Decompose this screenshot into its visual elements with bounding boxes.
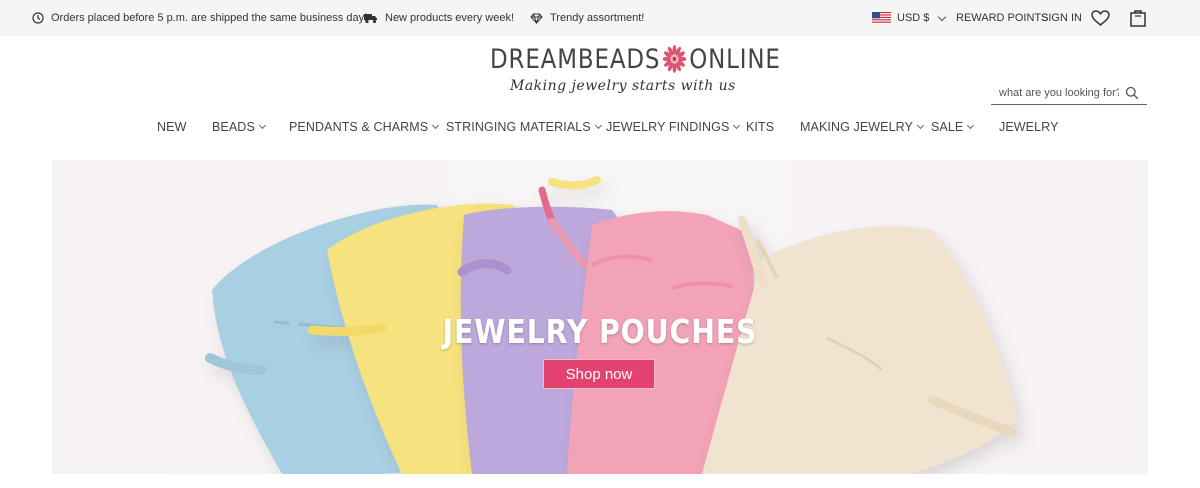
nav-item-label: BEADS bbox=[212, 120, 255, 134]
logo-text-left: DREAMBEADS bbox=[490, 43, 661, 75]
nav-item-label: SALE bbox=[931, 120, 964, 134]
nav-item-stringing-materials[interactable]: STRINGING MATERIALS bbox=[446, 116, 602, 138]
sign-in-label: SIGN IN bbox=[1041, 12, 1082, 24]
nav-item-jewelry-findings[interactable]: JEWELRY FINDINGS bbox=[606, 116, 741, 138]
nav-item-making-jewelry[interactable]: MAKING JEWELRY bbox=[800, 116, 925, 138]
currency-label: USD $ bbox=[897, 12, 930, 24]
flower-logo-icon bbox=[662, 45, 687, 73]
chevron-down-icon bbox=[432, 121, 440, 130]
perk-assortment: Trendy assortment! bbox=[530, 0, 644, 36]
diamond-icon bbox=[530, 13, 543, 24]
search-input[interactable] bbox=[991, 87, 1119, 99]
nav-item-sale[interactable]: SALE bbox=[931, 116, 975, 138]
chevron-down-icon bbox=[594, 121, 602, 130]
hero-banner[interactable]: JEWELRY POUCHES Shop now bbox=[52, 160, 1148, 474]
clock-icon bbox=[32, 12, 44, 24]
main-navigation: NEW BEADS PENDANTS & CHARMS STRINGING MA… bbox=[0, 116, 1200, 138]
perk-shipping: Orders placed before 5 p.m. are shipped … bbox=[32, 0, 367, 36]
reward-points-link[interactable]: REWARD POINTS bbox=[956, 0, 1049, 36]
perk-text: New products every week! bbox=[385, 12, 514, 24]
nav-item-new[interactable]: NEW bbox=[157, 116, 186, 138]
nav-item-pendants-charms[interactable]: PENDANTS & CHARMS bbox=[289, 116, 440, 138]
shop-now-button[interactable]: Shop now bbox=[543, 359, 655, 389]
nav-item-label: MAKING JEWELRY bbox=[800, 120, 913, 134]
cart-button[interactable] bbox=[1130, 0, 1146, 36]
nav-item-label: STRINGING MATERIALS bbox=[446, 120, 591, 134]
shopping-bag-icon bbox=[1130, 10, 1146, 27]
nav-item-beads[interactable]: BEADS bbox=[212, 116, 266, 138]
truck-icon bbox=[364, 13, 377, 23]
perk-new-products: New products every week! bbox=[364, 0, 514, 36]
nav-item-kits[interactable]: KITS bbox=[746, 116, 774, 138]
search-box bbox=[991, 82, 1147, 105]
chevron-down-icon bbox=[258, 121, 266, 130]
logo-text-right: ONLINE bbox=[689, 43, 781, 75]
site-tagline: Making jewelry starts with us bbox=[510, 78, 736, 94]
site-header: DREAMBEADS ONLINE Making jewelry starts … bbox=[0, 36, 1200, 105]
chevron-down-icon bbox=[916, 121, 925, 130]
nav-item-label: PENDANTS & CHARMS bbox=[289, 120, 429, 134]
sign-in-link[interactable]: SIGN IN bbox=[1041, 0, 1082, 36]
hero-title: JEWELRY POUCHES bbox=[442, 312, 758, 351]
nav-item-jewelry[interactable]: JEWELRY bbox=[999, 116, 1059, 138]
nav-item-label: JEWELRY FINDINGS bbox=[606, 120, 730, 134]
chevron-down-icon bbox=[938, 12, 947, 21]
nav-item-label: JEWELRY bbox=[999, 120, 1059, 134]
search-icon[interactable] bbox=[1125, 86, 1139, 100]
perk-text: Trendy assortment! bbox=[550, 12, 645, 24]
currency-selector[interactable]: USD $ bbox=[872, 0, 947, 36]
nav-item-label: KITS bbox=[746, 120, 775, 134]
perk-text: Orders placed before 5 p.m. are shipped … bbox=[51, 12, 368, 24]
us-flag-icon bbox=[872, 12, 891, 24]
top-info-bar: Orders placed before 5 p.m. are shipped … bbox=[0, 0, 1200, 36]
nav-item-label: NEW bbox=[157, 120, 187, 134]
chevron-down-icon bbox=[733, 121, 741, 130]
reward-points-label: REWARD POINTS bbox=[956, 12, 1049, 24]
site-logo[interactable]: DREAMBEADS ONLINE bbox=[490, 43, 781, 75]
wishlist-button[interactable] bbox=[1091, 0, 1110, 36]
chevron-down-icon bbox=[967, 121, 975, 130]
heart-icon bbox=[1091, 10, 1110, 26]
